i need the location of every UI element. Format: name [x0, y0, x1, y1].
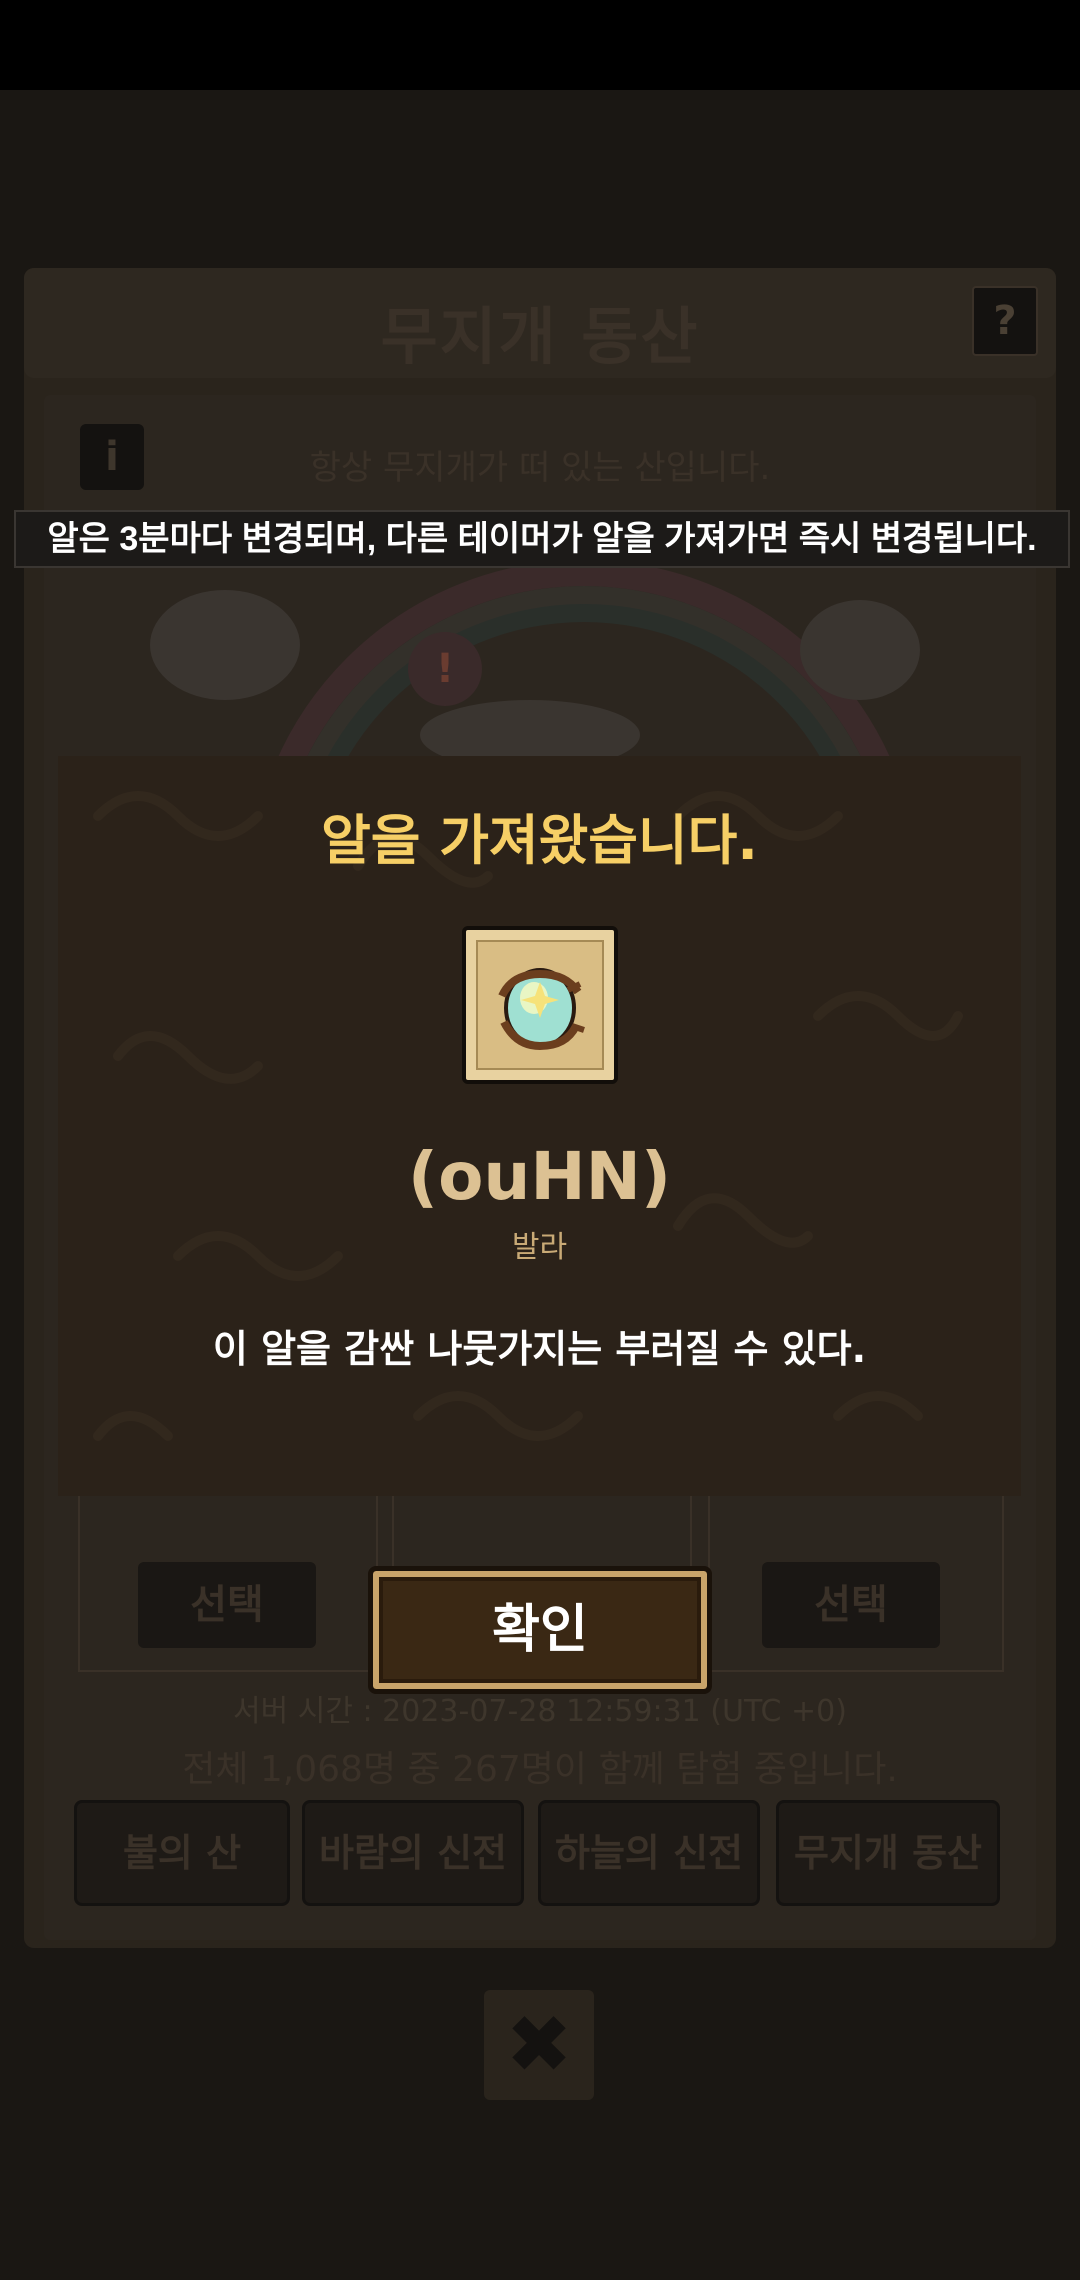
region-title: 무지개 동산 — [380, 300, 700, 373]
help-button[interactable]: ? — [972, 286, 1038, 356]
tab-fire-mountain[interactable]: 불의 산 — [74, 1800, 290, 1906]
egg-result-modal: 알을 가져왔습니다. (ouHN) 발라 이 알을 감싼 나뭇가지는 부러질 수… — [58, 756, 1021, 1496]
tab-sky-temple[interactable]: 하늘의 신전 — [538, 1800, 760, 1906]
tab-wind-temple[interactable]: 바람의 신전 — [302, 1800, 524, 1906]
info-button[interactable]: i — [80, 424, 144, 490]
select-button-3[interactable]: 선택 — [762, 1562, 940, 1648]
egg-description: 이 알을 감싼 나뭇가지는 부러질 수 있다. — [212, 1327, 867, 1371]
select-button-1[interactable]: 선택 — [138, 1562, 316, 1648]
egg-icon — [498, 968, 585, 1051]
cloud-right — [800, 600, 920, 700]
egg-name: (ouHN) — [407, 1138, 672, 1215]
confirm-button-label: 확인 — [492, 1600, 588, 1660]
tab-rainbow-hill[interactable]: 무지개 동산 — [776, 1800, 1000, 1906]
modal-title: 알을 가져왔습니다. — [321, 809, 758, 872]
notice-banner: 알은 3분마다 변경되며, 다른 테이머가 알을 가져가면 즉시 변경됩니다. — [14, 510, 1070, 568]
alert-badge-icon: ! — [408, 632, 482, 706]
status-bar — [0, 0, 1080, 90]
close-icon[interactable]: ✖ — [484, 1990, 594, 2100]
egg-owner: 발라 — [511, 1230, 568, 1265]
region-subtitle: 항상 무지개가 떠 있는 산입니다. — [309, 448, 771, 488]
cloud-left — [150, 590, 300, 700]
confirm-button[interactable]: 확인 — [368, 1566, 712, 1694]
players-count: 전체 1,068명 중 267명이 함께 탐험 중입니다. — [182, 1749, 898, 1790]
egg-frame-inner — [476, 940, 604, 1070]
egg-frame — [462, 926, 618, 1084]
